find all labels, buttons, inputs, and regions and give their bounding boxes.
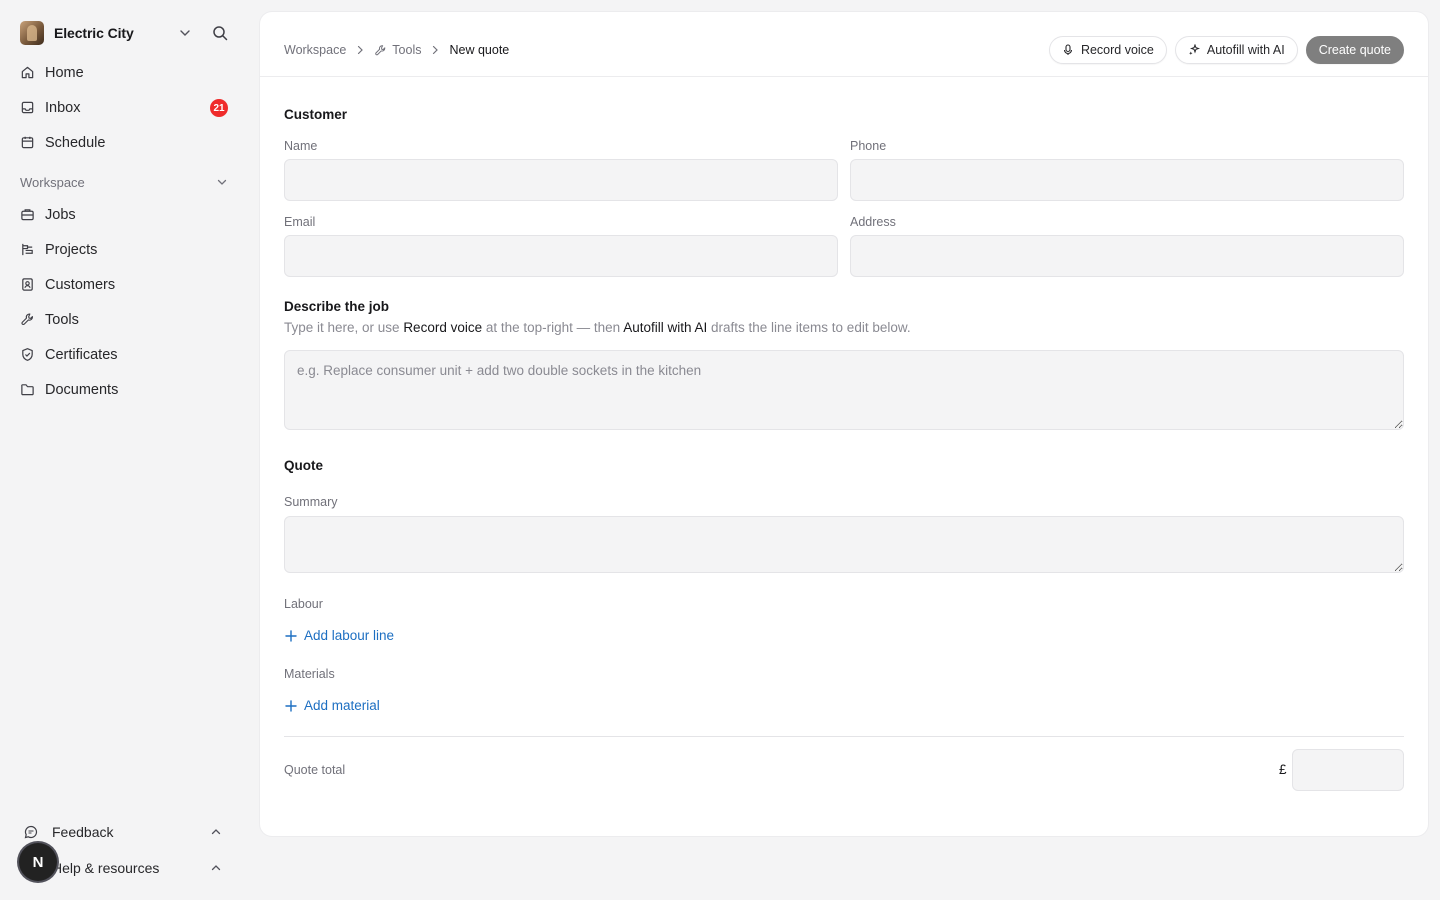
breadcrumb-current: New quote xyxy=(449,43,510,57)
breadcrumb-tools[interactable]: Tools xyxy=(392,43,421,57)
nav-item-inbox[interactable]: Inbox 21 xyxy=(12,90,236,125)
chevron-right-icon xyxy=(358,45,364,55)
search-icon[interactable] xyxy=(212,25,228,41)
create-quote-button[interactable]: Create quote xyxy=(1305,36,1404,64)
primary-nav: Home Inbox 21 Schedule xyxy=(12,55,236,160)
nav-label: Inbox xyxy=(45,99,81,116)
section-label: Workspace xyxy=(20,174,85,190)
shield-check-icon xyxy=(22,348,33,361)
org-avatar xyxy=(20,21,44,45)
materials-label: Materials xyxy=(284,667,335,681)
breadcrumb: Workspace Tools New quote xyxy=(284,41,509,59)
hint-text: drafts the line items to edit below. xyxy=(707,320,911,335)
chat-bubble-icon xyxy=(24,825,38,839)
chevron-down-icon xyxy=(217,179,227,185)
home-icon xyxy=(21,66,34,79)
labour-label: Labour xyxy=(284,597,323,611)
nav-label: Documents xyxy=(45,381,119,398)
divider xyxy=(284,736,1404,737)
org-name: Electric City xyxy=(54,25,134,41)
autofill-label: Autofill with AI xyxy=(1206,43,1285,57)
add-labour-label: Add labour line xyxy=(304,628,395,643)
email-input[interactable] xyxy=(284,235,838,277)
customer-heading: Customer xyxy=(284,107,348,122)
nav-item-certificates[interactable]: Certificates xyxy=(12,337,236,372)
nav-item-documents[interactable]: Documents xyxy=(12,372,236,407)
wrench-icon xyxy=(375,44,386,55)
phone-label: Phone xyxy=(850,139,887,153)
sidebar: Electric City Home Inbox 21 Schedule Wor… xyxy=(0,0,248,900)
job-hint: Type it here, or use Record voice at the… xyxy=(284,320,911,335)
nav-item-tools[interactable]: Tools xyxy=(12,302,236,337)
plus-icon xyxy=(285,699,297,712)
hint-record-voice: Record voice xyxy=(403,320,483,335)
chevron-right-icon xyxy=(433,45,439,55)
add-material-button[interactable]: Add material xyxy=(284,698,380,713)
nav-label: Tools xyxy=(45,311,79,328)
address-label: Address xyxy=(850,215,896,229)
chevron-up-icon xyxy=(211,865,221,871)
nav-item-schedule[interactable]: Schedule xyxy=(12,125,236,160)
header-actions: Record voice Autofill with AI Create quo… xyxy=(1048,36,1404,64)
user-avatar[interactable]: N xyxy=(19,843,57,881)
feedback-label: Feedback xyxy=(52,824,114,840)
phone-input[interactable] xyxy=(850,159,1404,201)
quote-heading: Quote xyxy=(284,458,323,473)
help-label: Help & resources xyxy=(52,860,160,876)
sparkle-icon xyxy=(1188,44,1200,55)
add-labour-line-button[interactable]: Add labour line xyxy=(284,628,394,643)
nav-label: Certificates xyxy=(45,346,118,363)
calendar-icon xyxy=(21,136,34,149)
inbox-count-badge: 21 xyxy=(210,99,228,117)
projects-icon xyxy=(22,243,33,256)
org-switcher[interactable]: Electric City xyxy=(20,20,234,46)
quote-total-label: Quote total xyxy=(284,763,346,777)
email-label: Email xyxy=(284,215,316,229)
name-label: Name xyxy=(284,139,318,153)
nav-label: Jobs xyxy=(45,206,76,223)
nav-item-home[interactable]: Home xyxy=(12,55,236,90)
hint-text: Type it here, or use xyxy=(284,320,404,335)
workspace-nav: Jobs Projects Customers Tools Certificat… xyxy=(12,197,236,407)
nav-label: Customers xyxy=(45,276,116,293)
add-material-label: Add material xyxy=(304,698,380,713)
name-input[interactable] xyxy=(284,159,838,201)
job-heading: Describe the job xyxy=(284,299,390,314)
nav-item-projects[interactable]: Projects xyxy=(12,232,236,267)
workspace-section-toggle[interactable]: Workspace xyxy=(20,174,234,190)
briefcase-icon xyxy=(21,209,34,221)
summary-textarea[interactable] xyxy=(284,516,1404,573)
chevron-up-icon xyxy=(211,829,221,835)
summary-label: Summary xyxy=(284,495,338,509)
nav-label: Projects xyxy=(45,241,98,258)
inbox-icon xyxy=(21,101,34,114)
address-input[interactable] xyxy=(850,235,1404,277)
nav-item-jobs[interactable]: Jobs xyxy=(12,197,236,232)
currency-symbol: £ xyxy=(1279,762,1287,777)
contact-icon xyxy=(22,278,33,291)
autofill-ai-button[interactable]: Autofill with AI xyxy=(1174,36,1298,64)
main-card: Workspace Tools New quote Record voice A… xyxy=(260,12,1428,836)
folder-icon xyxy=(21,384,34,396)
microphone-icon xyxy=(1063,44,1072,55)
record-voice-button[interactable]: Record voice xyxy=(1048,36,1167,64)
header: Workspace Tools New quote Record voice A… xyxy=(260,12,1428,77)
job-description-textarea[interactable] xyxy=(284,350,1404,430)
nav-label: Schedule xyxy=(45,134,106,151)
nav-label: Home xyxy=(45,64,84,81)
plus-icon xyxy=(285,629,297,642)
hint-text: at the top-right — then xyxy=(482,320,624,335)
feedback-item[interactable]: Feedback xyxy=(20,822,234,842)
wrench-icon xyxy=(21,313,33,326)
breadcrumb-workspace[interactable]: Workspace xyxy=(284,43,346,57)
hint-autofill: Autofill with AI xyxy=(623,320,708,335)
nav-item-customers[interactable]: Customers xyxy=(12,267,236,302)
chevron-down-icon[interactable] xyxy=(178,26,192,40)
quote-total-input[interactable] xyxy=(1292,749,1404,791)
record-voice-label: Record voice xyxy=(1080,43,1154,57)
